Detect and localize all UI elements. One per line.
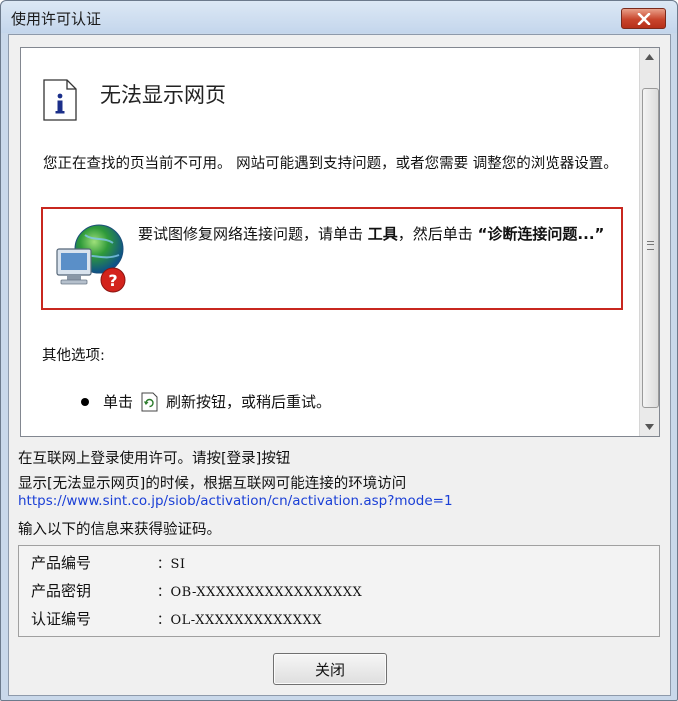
- bullet: [81, 397, 89, 406]
- message-line-2: 显示[无法显示网页]的时候，根据互联网可能连接的环境访问: [18, 476, 407, 492]
- info-row-product-key: 产品密钥 ：OB-XXXXXXXXXXXXXXXXX: [31, 580, 362, 601]
- diag-tools: 工具: [367, 225, 398, 243]
- arrow-up-icon: [645, 54, 654, 60]
- window-close-button[interactable]: [621, 8, 666, 29]
- info-key: 认证编号: [31, 610, 92, 628]
- scroll-up-button[interactable]: [640, 48, 659, 66]
- diag-prefix: 要试图修复网络连接问题，请单击: [138, 225, 368, 243]
- diag-middle: ，然后单击: [397, 225, 478, 243]
- diagnose-hint-box: ? 要试图修复网络连接问题，请单击 工具，然后单击 “诊断连接问题...”: [41, 207, 623, 310]
- title-bar: 使用许可认证: [1, 1, 677, 33]
- close-button[interactable]: 关闭: [273, 653, 387, 685]
- grip-icon: [647, 241, 654, 250]
- refresh-prefix: 单击: [103, 393, 134, 411]
- arrow-down-icon: [645, 424, 654, 430]
- dialog-client-area: 无法显示网页 您正在查找的页当前不可用。 网站可能遇到支持问题，或者您需要 调整…: [8, 34, 671, 696]
- diag-action: “诊断连接问题...”: [477, 225, 605, 243]
- page-description: 您正在查找的页当前不可用。 网站可能遇到支持问题，或者您需要 调整您的浏览器设置…: [43, 156, 618, 172]
- info-value: ：OB-XXXXXXXXXXXXXXXXX: [157, 585, 363, 600]
- info-key: 产品密钥: [31, 582, 92, 600]
- close-icon: [637, 12, 650, 25]
- info-value: ：OL-XXXXXXXXXXXXX: [157, 613, 323, 628]
- message-line-1: 在互联网上登录使用许可。请按[登录]按钮: [18, 451, 291, 467]
- diagnose-hint-text: 要试图修复网络连接问题，请单击 工具，然后单击 “诊断连接问题...”: [138, 223, 608, 246]
- info-key: 产品编号: [31, 554, 92, 572]
- message-line-4: 输入以下的信息来获得验证码。: [18, 522, 221, 538]
- refresh-icon: [141, 392, 158, 411]
- vertical-scrollbar[interactable]: [639, 48, 659, 436]
- other-options-label: 其他选项:: [42, 348, 105, 364]
- activation-dialog: 使用许可认证 无法显示网页 您正在查找的页当前不可用。 网站可能遇到支持问题，或…: [0, 0, 678, 701]
- info-icon: [43, 79, 77, 121]
- svg-text:?: ?: [108, 271, 117, 290]
- network-error-icon: ?: [56, 224, 126, 293]
- info-row-auth-id: 认证编号 ：OL-XXXXXXXXXXXXX: [31, 608, 322, 629]
- info-value: ：SI: [157, 557, 186, 572]
- page-heading: 无法显示网页: [100, 83, 226, 107]
- info-row-product-id: 产品编号 ：SI: [31, 552, 186, 573]
- embedded-browser-pane[interactable]: 无法显示网页 您正在查找的页当前不可用。 网站可能遇到支持问题，或者您需要 调整…: [20, 47, 660, 437]
- refresh-suffix: 刷新按钮，或稍后重试。: [166, 393, 332, 411]
- product-info-panel: 产品编号 ：SI 产品密钥 ：OB-XXXXXXXXXXXXXXXXX 认证编号 ：O…: [18, 545, 660, 637]
- refresh-suggestion: 单击 刷新按钮，或稍后重试。: [81, 391, 331, 412]
- scroll-thumb[interactable]: [642, 88, 659, 408]
- scroll-down-button[interactable]: [640, 418, 659, 436]
- window-title: 使用许可认证: [11, 10, 102, 28]
- activation-url-link[interactable]: https://www.sint.co.jp/siob/activation/c…: [18, 493, 453, 509]
